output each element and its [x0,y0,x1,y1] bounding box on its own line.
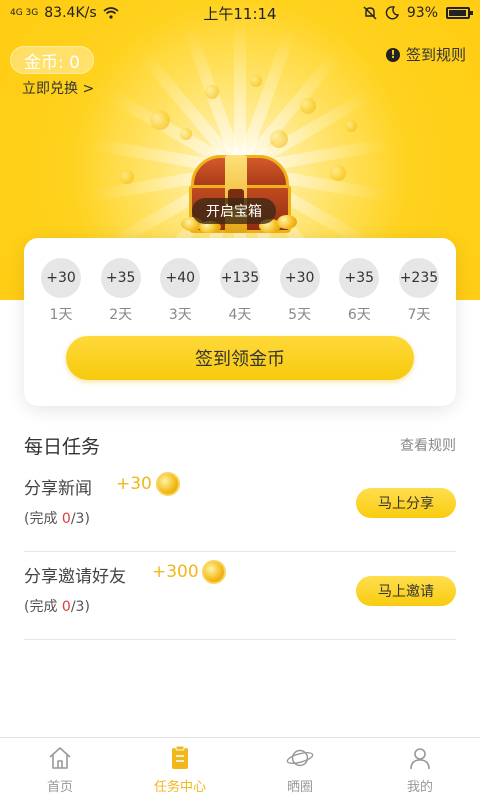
checkin-day: +235 7天 [394,258,444,324]
checkin-rules-link[interactable]: ! 签到规则 [385,44,466,65]
day-label: 2天 [109,307,133,323]
progress-suffix: /3) [70,599,90,615]
bell-muted-icon [363,6,377,20]
share-now-button[interactable]: 马上分享 [356,488,456,518]
coin-icon [202,560,226,584]
clock: 上午11:14 [203,4,277,23]
network-speed: 83.4K/s [44,5,97,21]
nav-label: 首页 [46,779,73,795]
info-icon: ! [385,47,400,62]
progress-prefix: (完成 [24,599,62,615]
progress-done: 0 [61,511,71,527]
task-center-icon [166,744,194,772]
task-row-share-news: 分享新闻 +30 (完成 0/3) 马上分享 [24,464,456,552]
nav-label: 任务中心 [153,779,206,795]
day-reward: +40 [160,258,201,298]
nav-label: 晒圈 [286,779,313,795]
coin-balance: 金币: 0 [10,46,94,74]
checkin-day: +30 5天 [275,258,325,324]
day-label: 4天 [228,307,252,323]
bottom-nav: 首页 任务中心 晒圈 我的 [0,737,480,800]
nav-home[interactable]: 首页 [0,738,120,800]
checkin-day: +35 6天 [334,258,384,324]
redeem-link[interactable]: 立即兑换 > [22,78,94,98]
open-chest-label[interactable]: 开启宝箱 [192,198,276,224]
checkin-day: +135 4天 [215,258,265,324]
task-name: 分享邀请好友 [24,567,126,587]
task-reward: +300 [152,562,199,582]
day-reward: +135 [219,258,260,298]
day-label: 6天 [347,307,371,323]
view-rules-link[interactable]: 查看规则 [400,435,456,455]
day-label: 5天 [288,307,312,323]
day-reward: +30 [279,258,320,298]
checkin-days: +30 1天 +35 2天 +40 3天 +135 4天 +30 5天 +35 … [36,258,444,324]
nav-mine[interactable]: 我的 [360,738,480,800]
battery-icon [446,7,473,19]
progress-prefix: (完成 [24,511,62,527]
status-bar: 4G 3G 83.4K/s 上午11:14 93% [0,0,480,26]
wifi-icon [103,7,119,19]
day-label: 7天 [407,307,431,323]
checkin-day: +35 2天 [96,258,146,324]
day-reward: +35 [339,258,380,298]
nav-task-center[interactable]: 任务中心 [120,738,240,800]
day-reward: +30 [41,258,81,298]
day-label: 3天 [168,307,192,323]
battery-percent: 93% [406,5,438,21]
task-progress: (完成 0/3) [24,508,90,528]
task-row-invite-friends: 分享邀请好友 +300 (完成 0/3) 马上邀请 [24,552,456,640]
day-reward: +235 [398,258,439,298]
moon-icon [385,6,399,20]
day-label: 1天 [49,307,73,323]
daily-tasks-title: 每日任务 [24,436,101,458]
coin-icon [156,472,180,496]
home-icon [46,744,74,772]
task-reward: +30 [116,474,152,494]
day-reward: +35 [100,258,141,298]
signal-indicator: 4G 3G [10,7,39,18]
checkin-day: +40 3天 [155,258,205,324]
progress-suffix: /3) [70,511,90,527]
checkin-day: +30 1天 [36,258,86,324]
user-icon [406,744,434,772]
planet-icon [286,744,314,772]
nav-moments[interactable]: 晒圈 [240,738,360,800]
task-progress: (完成 0/3) [24,596,90,616]
checkin-rules-label: 签到规则 [405,46,466,64]
invite-now-button[interactable]: 马上邀请 [356,576,456,606]
checkin-button[interactable]: 签到领金币 [66,336,414,380]
checkin-card: +30 1天 +35 2天 +40 3天 +135 4天 +30 5天 +35 … [24,238,456,406]
task-name: 分享新闻 [24,479,92,499]
progress-done: 0 [61,599,71,615]
nav-label: 我的 [406,779,433,795]
